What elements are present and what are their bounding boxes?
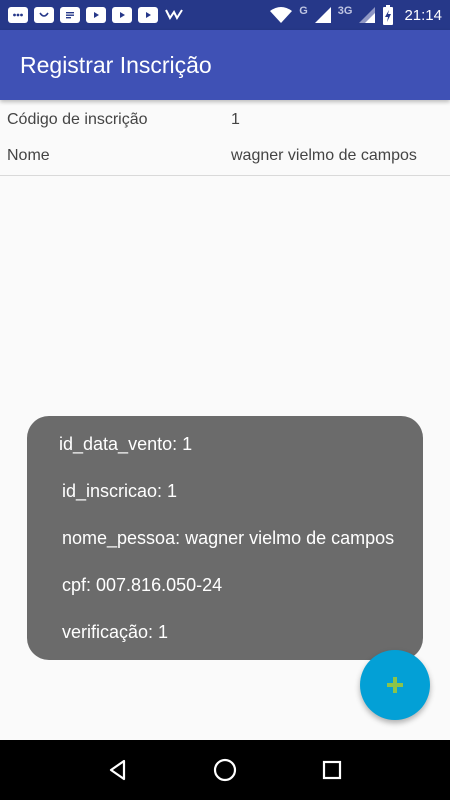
recents-button[interactable] xyxy=(307,745,357,795)
message-icon xyxy=(8,7,28,23)
toast-line-person-name: nome_pessoa: wagner vielmo de campos xyxy=(62,528,395,548)
page-title: Registrar Inscrição xyxy=(20,51,212,78)
toast-message: id_data_vento: 1 id_inscricao: 1 nome_pe… xyxy=(27,416,423,660)
notification-icons xyxy=(8,7,184,23)
add-button[interactable] xyxy=(360,650,430,720)
toast-line-inscription-id: id_inscricao: 1 xyxy=(62,481,178,501)
code-value: 1 xyxy=(231,111,240,128)
youtube-icon xyxy=(112,7,132,23)
system-icons: G 3G 21:14 xyxy=(269,5,442,25)
home-button[interactable] xyxy=(200,745,250,795)
signal-icon xyxy=(314,7,332,23)
clock: 21:14 xyxy=(404,6,442,24)
network-type-label: 3G xyxy=(337,5,353,17)
toast-line-cpf: cpf: 007.816.050-24 xyxy=(62,575,223,595)
inscription-details: Código de inscrição 1 Nome wagner vielmo… xyxy=(0,100,450,176)
detail-row-code: Código de inscrição 1 xyxy=(0,102,450,138)
battery-charging-icon xyxy=(382,5,394,25)
back-button[interactable] xyxy=(93,745,143,795)
youtube-icon xyxy=(138,7,158,23)
status-bar: G 3G 21:14 xyxy=(0,0,450,30)
plus-icon xyxy=(387,677,403,693)
name-value: wagner vielmo de campos xyxy=(231,147,417,164)
youtube-icon xyxy=(86,7,106,23)
recents-icon xyxy=(323,760,342,780)
app-bar: Registrar Inscrição xyxy=(0,30,450,100)
check-icon xyxy=(164,7,184,23)
home-icon xyxy=(213,758,237,782)
network-type-label: G xyxy=(299,5,308,17)
document-icon xyxy=(60,7,80,23)
wifi-icon xyxy=(269,7,293,23)
back-icon xyxy=(109,759,125,781)
detail-row-name: Nome wagner vielmo de campos xyxy=(0,138,450,174)
name-label: Nome xyxy=(7,147,50,164)
face-icon xyxy=(34,7,54,23)
toast-line-event-id: id_data_vento: 1 xyxy=(59,434,193,454)
toast-line-verification: verificação: 1 xyxy=(62,622,169,642)
signal-icon xyxy=(358,7,376,23)
code-label: Código de inscrição xyxy=(7,111,148,128)
divider xyxy=(0,175,450,176)
navigation-bar xyxy=(0,740,450,800)
